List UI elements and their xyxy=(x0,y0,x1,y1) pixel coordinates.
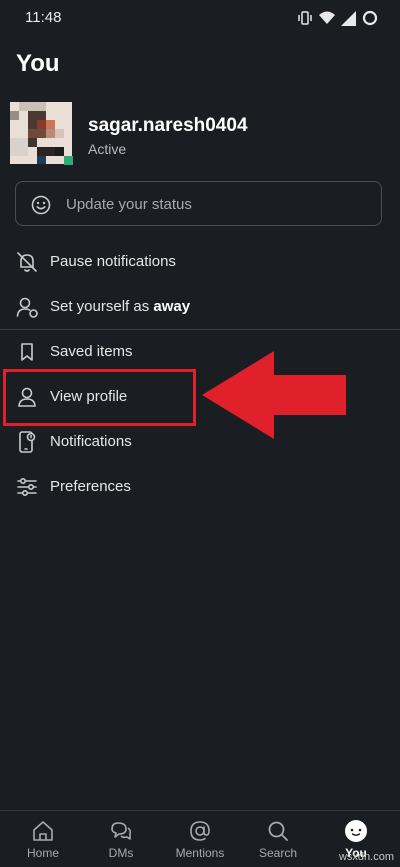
set-away-label: Set yourself as away xyxy=(50,298,190,315)
set-away-emphasis: away xyxy=(153,298,191,315)
vibrate-icon xyxy=(298,11,312,25)
set-away-item[interactable]: Set yourself as away xyxy=(0,285,400,329)
wifi-icon xyxy=(319,11,335,24)
person-away-icon xyxy=(15,295,39,319)
sliders-icon xyxy=(15,475,39,499)
presence-status: Active xyxy=(88,141,127,157)
red-arrow-annotation xyxy=(202,351,346,439)
smiley-icon xyxy=(31,195,51,220)
nav-search-label: Search xyxy=(258,846,298,860)
bell-off-icon xyxy=(15,250,39,274)
notifications-label: Notifications xyxy=(50,433,132,450)
status-time: 11:48 xyxy=(25,9,62,26)
bookmark-icon xyxy=(15,340,39,364)
home-icon xyxy=(31,819,55,843)
status-icons xyxy=(297,9,378,27)
preferences-label: Preferences xyxy=(50,478,131,495)
pause-notifications-item[interactable]: Pause notifications xyxy=(0,240,400,284)
watermark: wsxdn.com xyxy=(338,851,394,863)
avatar[interactable] xyxy=(10,102,72,164)
search-icon xyxy=(266,819,290,843)
page-title: You xyxy=(16,50,60,77)
status-bar: 11:48 xyxy=(0,0,400,36)
pause-notifications-label: Pause notifications xyxy=(50,253,176,270)
nav-dms-label: DMs xyxy=(108,846,134,860)
dm-bubbles-icon xyxy=(109,819,133,843)
you-avatar-icon xyxy=(344,819,368,843)
update-status-input[interactable]: Update your status xyxy=(15,181,382,226)
username: sagar.naresh0404 xyxy=(88,115,248,136)
preferences-item[interactable]: Preferences xyxy=(0,465,400,509)
nav-search[interactable]: Search xyxy=(238,811,318,867)
nav-mentions-label: Mentions xyxy=(175,846,225,860)
nav-dms[interactable]: DMs xyxy=(81,811,161,867)
saved-items-label: Saved items xyxy=(50,343,133,360)
nav-home-label: Home xyxy=(26,846,59,860)
set-away-prefix: Set yourself as xyxy=(50,298,154,315)
at-sign-icon xyxy=(188,819,212,843)
phone-bell-icon xyxy=(15,430,39,454)
battery-icon xyxy=(362,10,378,26)
presence-indicator xyxy=(64,156,73,165)
nav-mentions[interactable]: Mentions xyxy=(160,811,240,867)
signal-icon xyxy=(341,10,356,26)
highlight-box xyxy=(3,369,196,426)
nav-home[interactable]: Home xyxy=(3,811,83,867)
update-status-placeholder: Update your status xyxy=(66,196,192,213)
